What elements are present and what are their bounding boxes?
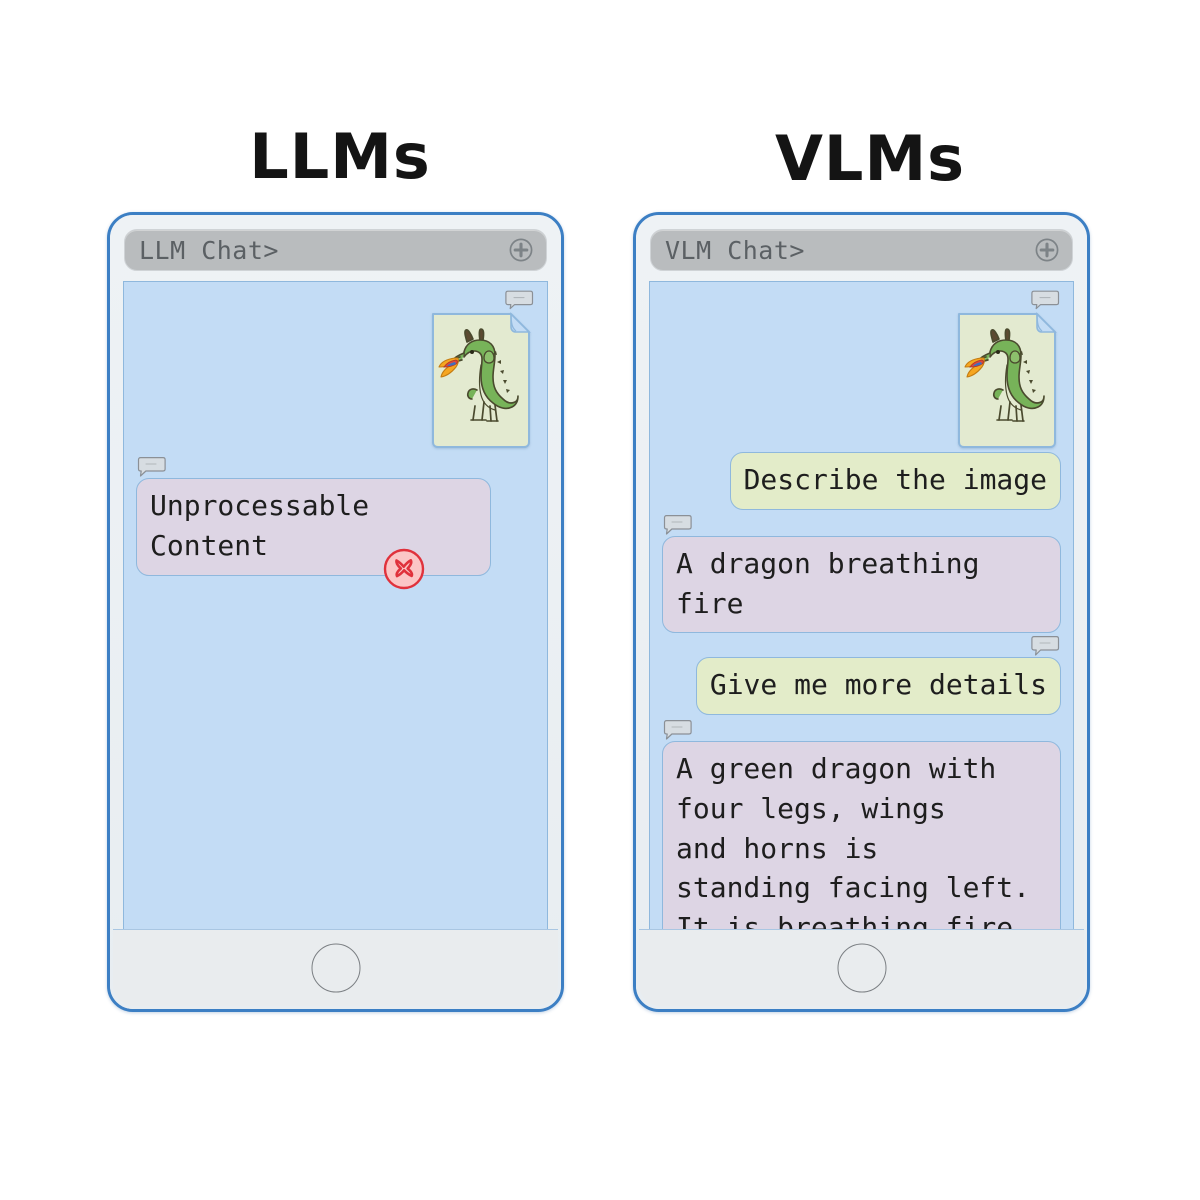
message-row-assistant-text: A dragon breathing fire [662,535,1061,634]
plus-circle-icon[interactable] [1034,237,1060,263]
error-x-icon [381,506,427,589]
column-title-llms: LLMs [249,120,431,193]
message-row-user-image [662,310,1061,450]
home-button[interactable] [837,943,886,993]
phone-bezel-llm [113,929,558,1006]
speech-bubble-icon [1031,288,1061,310]
message-list-llm: Unprocessable Content [124,282,547,589]
home-button[interactable] [311,943,360,993]
titlebar-vlm[interactable]: VLM Chat> [650,229,1073,271]
speech-bubble-icon [136,456,166,478]
dragon-image-card[interactable] [427,310,535,450]
message-marker-row [662,635,1061,657]
message-marker-row [662,719,1061,741]
column-title-vlms: VLMs [774,122,966,195]
message-bubble-assistant-detail[interactable]: A green dragon with four legs, wings and… [662,741,1061,930]
phone-body-vlm: VLM Chat> Describe the image A dragon br… [636,215,1087,1009]
message-bubble-error[interactable]: Unprocessable Content [136,478,491,589]
message-list-vlm: Describe the image A dragon breathing fi… [650,282,1073,930]
message-row-user-text: Give me more details [662,657,1061,715]
dragon-image-card[interactable] [953,310,1061,450]
message-row-user-text: Describe the image [662,452,1061,510]
message-row-assistant-error: Unprocessable Content [136,478,535,589]
comparison-figure: LLMs LLM Chat> Unprocessable Content VLM… [0,0,1200,1200]
phone-device-llm: LLM Chat> Unprocessable Content [107,212,564,1012]
phone-bezel-vlm [639,929,1084,1006]
speech-bubble-icon [1031,635,1061,657]
titlebar-label-llm: LLM Chat> [139,235,279,265]
message-marker-row [662,514,1061,536]
speech-bubble-icon [662,514,692,536]
message-marker-row [136,288,535,310]
message-row-assistant-text: A green dragon with four legs, wings and… [662,741,1061,930]
phone-device-vlm: VLM Chat> Describe the image A dragon br… [633,212,1090,1012]
speech-bubble-icon [662,719,692,741]
message-bubble-assistant[interactable]: A dragon breathing fire [662,535,1061,634]
chat-screen-vlm[interactable]: Describe the image A dragon breathing fi… [649,281,1074,931]
titlebar-label-vlm: VLM Chat> [665,235,805,265]
message-bubble-user[interactable]: Describe the image [729,452,1061,510]
titlebar-llm[interactable]: LLM Chat> [124,229,547,271]
message-marker-row [136,456,535,478]
message-row-user-image [136,310,535,450]
speech-bubble-icon [505,288,535,310]
message-marker-row [662,288,1061,310]
error-message-text: Unprocessable Content [150,489,370,562]
plus-circle-icon[interactable] [508,237,534,263]
message-bubble-user[interactable]: Give me more details [695,657,1061,715]
chat-screen-llm[interactable]: Unprocessable Content [123,281,548,931]
phone-body-llm: LLM Chat> Unprocessable Content [110,215,561,1009]
